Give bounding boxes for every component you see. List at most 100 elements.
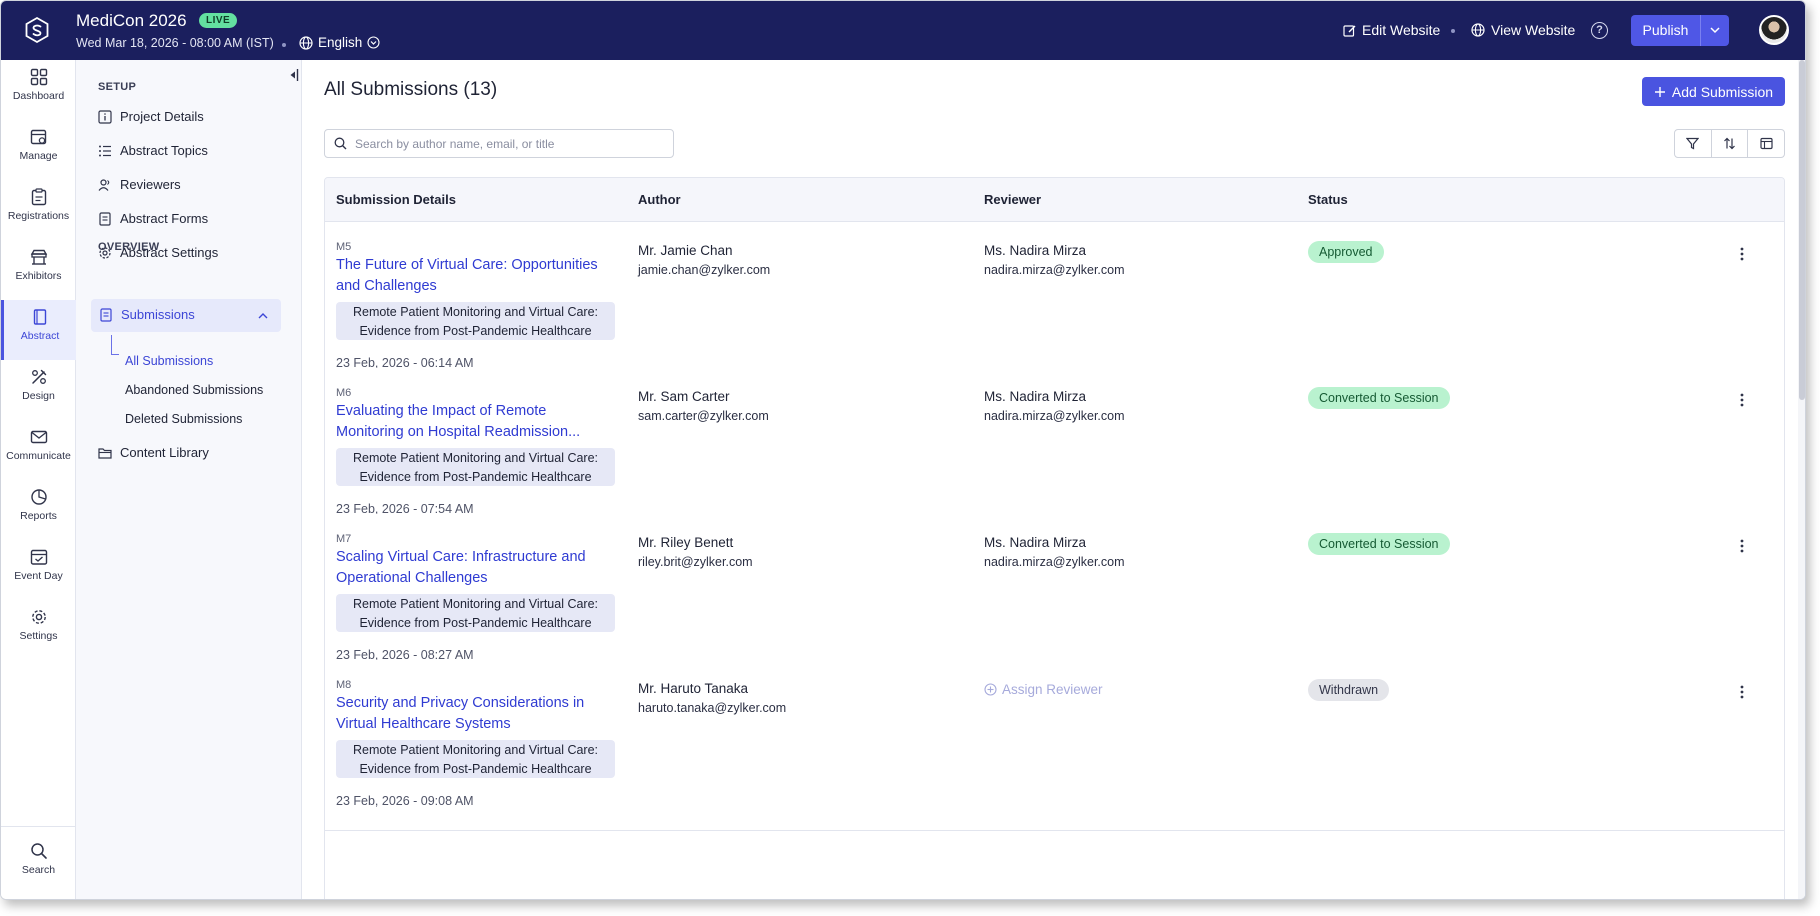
rail-item-registrations[interactable]: Registrations <box>1 180 76 240</box>
topic-tag: Remote Patient Monitoring and Virtual Ca… <box>336 302 615 340</box>
status-badge: Converted to Session <box>1308 387 1450 409</box>
rail-item-settings[interactable]: Settings <box>1 600 76 660</box>
column-header[interactable]: Author <box>638 192 681 207</box>
rail-item-design[interactable]: Design <box>1 360 76 420</box>
nav-label: Project Details <box>120 109 204 124</box>
rail-item-event-day[interactable]: Event Day <box>1 540 76 600</box>
table-row[interactable]: M8 Security and Privacy Considerations i… <box>325 660 1784 831</box>
nav-deleted-submissions[interactable]: Deleted Submissions <box>125 412 242 426</box>
reviewer-email: nadira.mirza@zylker.com <box>984 409 1125 423</box>
reviewer-name: Ms. Nadira Mirza <box>984 535 1087 550</box>
setup-section-label: SETUP <box>98 81 137 93</box>
status-badge: Approved <box>1308 241 1384 263</box>
sort-button[interactable] <box>1712 130 1749 157</box>
app-title: MediCon 2026 <box>76 11 187 30</box>
columns-button[interactable] <box>1748 130 1784 157</box>
assign-reviewer-button[interactable]: Assign Reviewer <box>984 682 1103 697</box>
collapse-sidebar-icon[interactable] <box>289 68 299 82</box>
search-box[interactable] <box>324 129 674 158</box>
gear-icon <box>31 610 46 624</box>
publish-button[interactable]: Publish <box>1631 15 1701 46</box>
submission-title-link[interactable]: Evaluating the Impact of Remote Monitori… <box>336 401 596 442</box>
clipboard-icon <box>31 188 46 206</box>
rail-item-exhibitors[interactable]: Exhibitors <box>1 240 76 300</box>
search-icon <box>30 843 47 859</box>
publish-dropdown-button[interactable] <box>1701 15 1729 46</box>
submission-date: 23 Feb, 2026 - 09:08 AM <box>336 794 474 808</box>
topic-tag: Remote Patient Monitoring and Virtual Ca… <box>336 594 615 632</box>
chevron-up-icon[interactable] <box>258 312 268 319</box>
rail-label: Registrations <box>7 210 70 222</box>
rail-label: Search <box>21 864 56 876</box>
user-avatar[interactable] <box>1759 15 1789 45</box>
rail-item-search[interactable]: Search <box>1 834 76 894</box>
rail-label: Design <box>22 390 55 402</box>
book-icon <box>33 309 47 325</box>
top-bar: MediCon 2026 LIVE Wed Mar 18, 2026 - 08:… <box>1 1 1805 60</box>
separator-dot <box>1451 29 1455 33</box>
form-icon <box>99 211 111 226</box>
grid-icon <box>30 68 47 86</box>
search-icon <box>334 137 347 150</box>
nav-label: Reviewers <box>120 177 181 192</box>
column-header[interactable]: Submission Details <box>336 192 456 207</box>
nav-abstract-forms[interactable]: Abstract Forms <box>98 211 208 226</box>
rail-label: Exhibitors <box>15 270 62 282</box>
submission-title-link[interactable]: Security and Privacy Considerations in V… <box>336 693 596 734</box>
rail-item-reports[interactable]: Reports <box>1 480 76 540</box>
view-website-label: View Website <box>1491 22 1576 38</box>
calendar-check-icon <box>30 549 47 565</box>
language-label: English <box>318 35 363 50</box>
more-options-icon[interactable] <box>1740 685 1744 699</box>
submission-id: M5 <box>336 241 352 253</box>
primary-rail: Dashboard Manage Registrations Exhibitor… <box>1 60 76 899</box>
column-header[interactable]: Reviewer <box>984 192 1041 207</box>
pie-icon <box>30 489 47 505</box>
nav-project-details[interactable]: Project Details <box>98 109 204 124</box>
reviewer-name: Ms. Nadira Mirza <box>984 389 1087 404</box>
users-icon <box>98 178 110 191</box>
topic-tag: Remote Patient Monitoring and Virtual Ca… <box>336 740 615 778</box>
nav-abstract-topics[interactable]: Abstract Topics <box>98 143 208 158</box>
scrollbar-track[interactable] <box>1798 60 1805 899</box>
rail-item-manage[interactable]: Manage <box>1 120 76 180</box>
author-name: Mr. Haruto Tanaka <box>638 681 749 696</box>
app-logo-icon[interactable] <box>23 16 51 44</box>
add-submission-button[interactable]: Add Submission <box>1642 77 1785 106</box>
chevron-down-icon <box>1710 27 1720 34</box>
mail-icon <box>30 430 47 444</box>
nav-reviewers[interactable]: Reviewers <box>98 177 181 192</box>
scrollbar-thumb[interactable] <box>1799 60 1805 400</box>
submission-title-link[interactable]: The Future of Virtual Care: Opportunitie… <box>336 255 606 296</box>
nav-submissions[interactable]: Submissions <box>91 299 281 332</box>
rail-label: Abstract <box>20 330 60 342</box>
reviewer-name: Ms. Nadira Mirza <box>984 243 1087 258</box>
submission-id: M8 <box>336 679 352 691</box>
overview-section-label: OVERVIEW <box>98 241 160 253</box>
submission-title-link[interactable]: Scaling Virtual Care: Infrastructure and… <box>336 547 606 588</box>
nav-all-submissions[interactable]: All Submissions <box>125 354 213 368</box>
more-options-icon[interactable] <box>1740 393 1744 407</box>
author-email: jamie.chan@zylker.com <box>638 263 771 277</box>
help-icon[interactable]: ? <box>1591 22 1608 39</box>
edit-website-link[interactable]: Edit Website <box>1343 22 1440 38</box>
table-tools <box>1674 129 1785 158</box>
more-options-icon[interactable] <box>1740 247 1744 261</box>
rail-item-communicate[interactable]: Communicate <box>1 420 76 480</box>
secondary-nav: SETUP Project Details Abstract Topics Re… <box>76 60 302 899</box>
page-title: All Submissions (13) <box>324 79 498 100</box>
column-header[interactable]: Status <box>1308 192 1348 207</box>
filter-button[interactable] <box>1675 130 1712 157</box>
submission-id: M6 <box>336 387 352 399</box>
rail-label: Manage <box>19 150 58 162</box>
search-input[interactable] <box>355 136 655 151</box>
view-website-link[interactable]: View Website <box>1471 22 1575 38</box>
rail-item-dashboard[interactable]: Dashboard <box>1 60 76 120</box>
nav-submissions-row: Submissions <box>99 307 195 322</box>
nav-content-library[interactable]: Content Library <box>98 445 209 460</box>
nav-abandoned-submissions[interactable]: Abandoned Submissions <box>125 383 263 397</box>
rail-item-abstract[interactable]: Abstract <box>1 300 76 360</box>
more-options-icon[interactable] <box>1740 539 1744 553</box>
language-selector[interactable]: English <box>299 35 380 50</box>
edit-icon <box>1343 24 1356 37</box>
